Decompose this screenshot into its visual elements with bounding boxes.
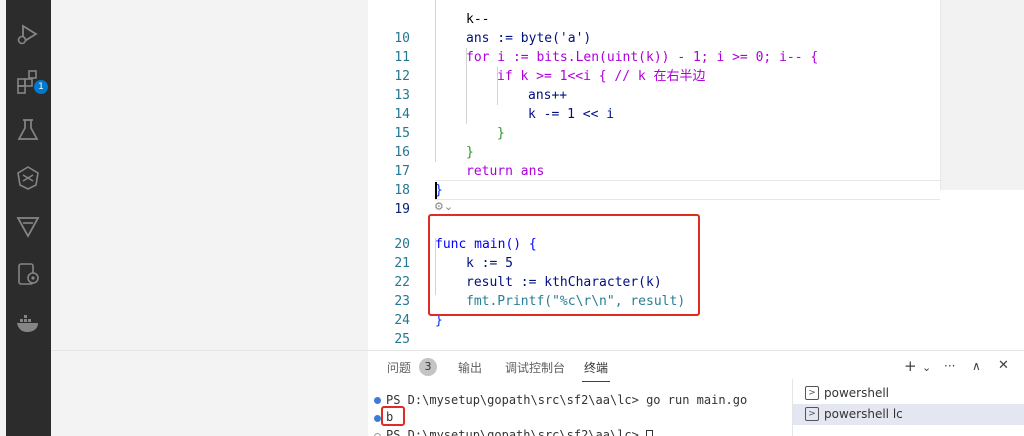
terminal-list-item[interactable]: > powershell: [793, 383, 1024, 404]
code-line: 13 ans++: [394, 88, 568, 103]
more-actions-button[interactable]: ···: [944, 359, 955, 373]
line-highlight-bottom: [435, 199, 940, 200]
tab-terminal[interactable]: 终端: [584, 359, 608, 376]
terminal-list-item-selected[interactable]: > powershell lc: [793, 404, 1024, 425]
close-panel-button[interactable]: ✕: [998, 358, 1009, 373]
terminal-icon: >: [805, 386, 819, 400]
code-line: 18}: [394, 183, 443, 198]
code-line: k--: [466, 12, 490, 27]
tab-output[interactable]: 输出: [458, 359, 482, 376]
activity-bar: 1: [6, 0, 51, 436]
terminal-dropdown-chevron-icon[interactable]: ⌄: [922, 361, 931, 374]
code-line: 11 for i := bits.Len(uint(k)) - 1; i >= 0…: [394, 50, 819, 65]
line-highlight-top: [435, 180, 940, 181]
text-cursor: [435, 182, 437, 199]
tab-debug-console[interactable]: 调试控制台: [505, 359, 565, 376]
problems-count-badge: 3: [419, 358, 437, 376]
maximize-panel-button[interactable]: ∧: [972, 359, 981, 373]
terminal-cursor: [646, 429, 654, 436]
code-line: 17 return ans: [394, 164, 545, 179]
side-panel-footer: [51, 350, 368, 436]
side-panel: [51, 0, 368, 350]
copilot-icon[interactable]: [14, 260, 42, 288]
bottom-panel: 问题 3 输出 调试控制台 终端 + ⌄ ··· ∧ ✕ PS D:\myset…: [368, 350, 1024, 436]
terminal-icon: >: [805, 407, 819, 421]
terminal-command-line[interactable]: PS D:\mysetup\gopath\src\sf2\aa\lc> go r…: [386, 393, 747, 407]
code-editor[interactable]: k-- 10 ans := byte('a') 11 for i := bits.L…: [368, 0, 1024, 350]
code-line: 12 if k >= 1<<i { // k 在右半边: [394, 69, 706, 84]
code-action-icon[interactable]: ⚙⌄: [434, 200, 453, 213]
gitlens-icon[interactable]: [14, 212, 42, 240]
code-line: 19: [394, 202, 410, 217]
highlight-box-output: [381, 406, 405, 426]
extensions-badge: 1: [34, 80, 48, 94]
tab-problems[interactable]: 问题: [387, 359, 411, 376]
new-terminal-button[interactable]: +: [904, 357, 917, 375]
code-line: 10 ans := byte('a'): [394, 31, 592, 46]
highlight-box-main-func: [428, 214, 700, 316]
code-line: 14 k -= 1 << i: [394, 107, 615, 122]
extensions-icon[interactable]: 1: [14, 68, 48, 96]
active-tab-indicator: [582, 381, 610, 382]
command-success-icon: [374, 415, 381, 422]
run-debug-icon[interactable]: [14, 20, 42, 48]
docker-icon[interactable]: [14, 308, 42, 336]
command-success-icon: [374, 397, 381, 404]
terminal-list: > powershell > powershell lc: [792, 379, 1024, 436]
remote-icon[interactable]: [14, 164, 42, 192]
testing-icon[interactable]: [14, 116, 42, 144]
code-line: 15}: [394, 126, 505, 141]
code-line: 16}: [394, 145, 474, 160]
terminal-prompt-line[interactable]: PS D:\mysetup\gopath\src\sf2\aa\lc>: [386, 428, 654, 436]
